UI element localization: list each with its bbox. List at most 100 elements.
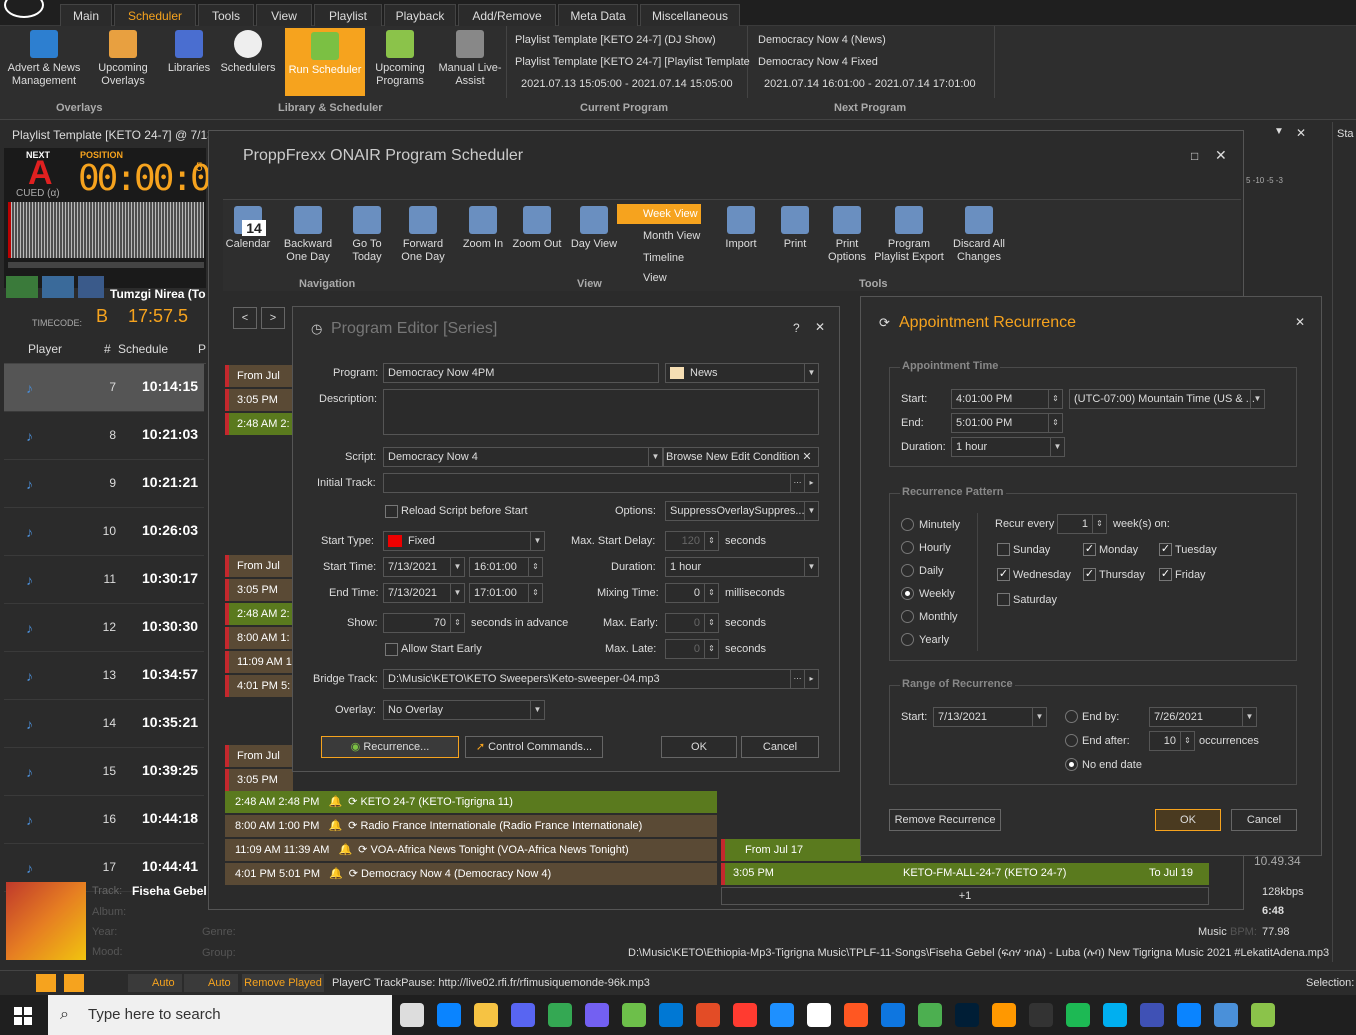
calendar-button[interactable]: Calendar [223, 206, 273, 272]
appointment-item[interactable]: 3:05 PM [225, 769, 293, 791]
right-panel-pin[interactable]: ▼ [1274, 126, 1284, 137]
editor-cancel-button[interactable]: Cancel [741, 736, 819, 758]
new-button[interactable]: New [706, 451, 728, 463]
auto-button-2[interactable]: Auto [184, 974, 238, 992]
browse-button[interactable]: Browse [666, 451, 703, 463]
tab-main[interactable]: Main [60, 4, 112, 26]
options-select[interactable]: SuppressOverlaySuppres... ▼ [665, 501, 819, 521]
right-appointment[interactable]: From Jul 17 [721, 839, 861, 861]
timezone-select[interactable]: (UTC-07:00) Mountain Time (US & ... ▼ [1069, 389, 1265, 409]
print-button[interactable]: Print [771, 206, 819, 272]
taskbar-app-icon[interactable] [437, 1003, 461, 1027]
table-row[interactable]: ♪ 9 10:21:21 [4, 460, 204, 508]
cue-button[interactable] [42, 276, 74, 298]
appointment-item[interactable]: 2:48 AM 2: [225, 413, 293, 435]
taskbar-app-icon[interactable] [585, 1003, 609, 1027]
table-row[interactable]: ♪ 8 10:21:03 [4, 412, 204, 460]
auto-button-1[interactable]: Auto [128, 974, 182, 992]
remove-recurrence-button[interactable]: Remove Recurrence [889, 809, 1001, 831]
edit-button[interactable]: Edit [731, 451, 750, 463]
start-time-field[interactable]: 16:01:00 ⇕ [469, 557, 543, 577]
program-export-button[interactable]: Program Playlist Export [873, 206, 945, 272]
day-checkbox-sunday[interactable] [997, 543, 1010, 556]
taskbar-app-icon[interactable] [1214, 1003, 1238, 1027]
tab-view[interactable]: View [256, 4, 312, 26]
allow-start-early-checkbox[interactable] [385, 643, 398, 656]
taskbar-app-icon[interactable] [1029, 1003, 1053, 1027]
start-date-field[interactable]: 7/13/2021 ▼ [383, 557, 465, 577]
appointment-item[interactable]: 3:05 PM [225, 579, 293, 601]
print-options-button[interactable]: Print Options [821, 206, 873, 272]
day-checkbox-friday[interactable]: ✓ [1159, 568, 1172, 581]
taskbar-app-icon[interactable] [844, 1003, 868, 1027]
upcoming-overlays-button[interactable]: Upcoming Overlays [90, 30, 156, 96]
rec-end-time[interactable]: 5:01:00 PM ⇕ [951, 413, 1063, 433]
appointment-item[interactable]: From Jul [225, 745, 293, 767]
taskbar-app-icon[interactable] [881, 1003, 905, 1027]
appointment-item[interactable]: 2:48 AM 2: [225, 603, 293, 625]
recur-every-field[interactable]: 1 ⇕ [1057, 514, 1107, 534]
day-checkbox-monday[interactable]: ✓ [1083, 543, 1096, 556]
duration-select[interactable]: 1 hour ▼ [665, 557, 819, 577]
close-icon[interactable]: ✕ [1215, 147, 1227, 164]
app-orb-icon[interactable] [4, 0, 44, 18]
libraries-button[interactable]: Libraries [164, 30, 214, 96]
taskbar-app-icon[interactable] [622, 1003, 646, 1027]
table-row[interactable]: ♪ 11 10:30:17 [4, 556, 204, 604]
upcoming-programs-button[interactable]: Upcoming Programs [370, 30, 430, 96]
bridge-track-field[interactable]: D:\Music\KETO\KETO Sweepers\Keto-sweeper… [383, 669, 819, 689]
next-nav-button[interactable]: > [261, 307, 285, 329]
close-editor-icon[interactable]: ✕ [815, 320, 825, 334]
start-type-select[interactable]: Fixed ▼ [383, 531, 545, 551]
taskbar-app-icon[interactable] [807, 1003, 831, 1027]
taskbar-app-icon[interactable] [474, 1003, 498, 1027]
taskbar-app-icon[interactable] [1177, 1003, 1201, 1027]
appointment-row[interactable]: 2:48 AM 2:48 PM 🔔 ⟳ KETO 24-7 (KETO-Tigri… [225, 791, 717, 813]
appointment-item[interactable]: 4:01 PM 5: [225, 675, 293, 697]
table-row[interactable]: ♪ 13 10:34:57 [4, 652, 204, 700]
windows-start-icon[interactable] [14, 1007, 32, 1025]
end-by-radio[interactable] [1065, 710, 1078, 723]
taskbar-app-icon[interactable] [1251, 1003, 1275, 1027]
maximize-icon[interactable]: □ [1191, 149, 1198, 163]
day-checkbox-wednesday[interactable]: ✓ [997, 568, 1010, 581]
right-panel-close[interactable]: ✕ [1296, 126, 1306, 140]
pattern-radio-hourly[interactable] [901, 541, 914, 554]
mixing-time[interactable]: 0 ⇕ [665, 583, 719, 603]
advert-news-button[interactable]: Advert & News Management [4, 30, 84, 96]
timeline-view-button[interactable]: Timeline View [617, 248, 707, 284]
import-button[interactable]: Import [717, 206, 765, 272]
close-recurrence-icon[interactable]: ✕ [1295, 315, 1305, 329]
clear-script-icon[interactable]: ✕ [802, 451, 811, 463]
appointment-item[interactable]: From Jul [225, 555, 293, 577]
table-row[interactable]: ♪ 15 10:39:25 [4, 748, 204, 796]
occurrences-field[interactable]: 10 ⇕ [1149, 731, 1195, 751]
initial-track-field[interactable]: ⋯ ▸ [383, 473, 819, 493]
pattern-radio-monthly[interactable] [901, 610, 914, 623]
taskbar-app-icon[interactable] [696, 1003, 720, 1027]
tab-scheduler[interactable]: Scheduler [114, 4, 196, 26]
show-advance[interactable]: 70 ⇕ [383, 613, 465, 633]
manual-live-assist-button[interactable]: Manual Live-Assist [438, 30, 502, 96]
recurrence-ok-button[interactable]: OK [1155, 809, 1221, 831]
appointment-item[interactable]: From Jul [225, 365, 293, 387]
overlay-select[interactable]: No Overlay ▼ [383, 700, 545, 720]
pattern-radio-minutely[interactable] [901, 518, 914, 531]
backward-button[interactable]: Backward One Day [277, 206, 339, 272]
week-view-button[interactable]: Week View [617, 204, 701, 224]
table-row[interactable]: ♪ 16 10:44:18 [4, 796, 204, 844]
zoom-in-button[interactable]: Zoom In [457, 206, 509, 272]
rec-duration-select[interactable]: 1 hour ▼ [951, 437, 1065, 457]
category-select[interactable]: News ▼ [665, 363, 819, 383]
taskbar-app-icon[interactable] [918, 1003, 942, 1027]
pattern-radio-daily[interactable] [901, 564, 914, 577]
description-field[interactable] [383, 389, 819, 435]
discard-changes-button[interactable]: Discard All Changes [949, 206, 1009, 272]
taskbar-app-icon[interactable] [1103, 1003, 1127, 1027]
go-today-button[interactable]: Go To Today [341, 206, 393, 272]
tab-meta-data[interactable]: Meta Data [558, 4, 638, 26]
range-start-date[interactable]: 7/13/2021 ▼ [933, 707, 1047, 727]
warning-icon[interactable] [36, 974, 56, 992]
taskbar-app-icon[interactable] [1140, 1003, 1164, 1027]
zoom-out-button[interactable]: Zoom Out [509, 206, 565, 272]
